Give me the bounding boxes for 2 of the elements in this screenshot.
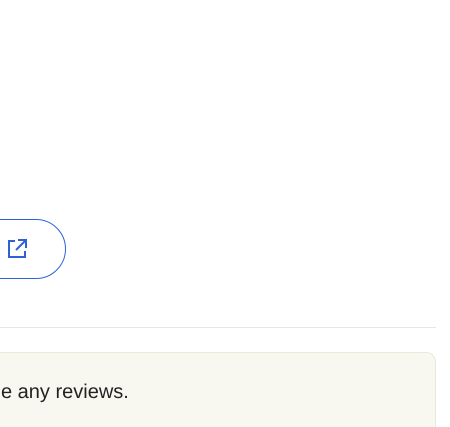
external-link-icon <box>7 239 27 259</box>
notice-text: e any reviews. <box>1 381 129 404</box>
